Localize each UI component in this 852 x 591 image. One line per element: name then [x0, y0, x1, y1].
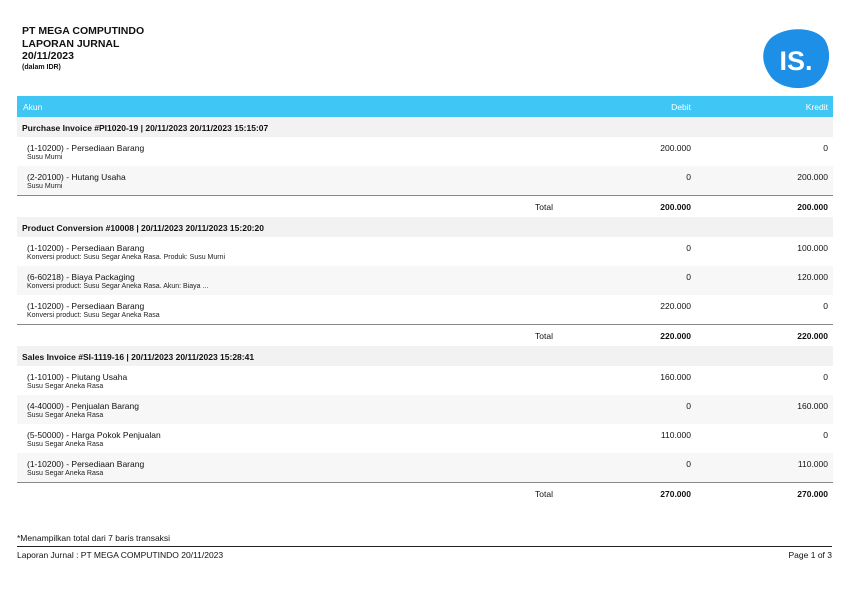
- account-description: Susu Murni: [27, 154, 63, 161]
- report-header: PT MEGA COMPUTINDO LAPORAN JURNAL 20/11/…: [22, 25, 144, 73]
- credit-value: 110.000: [797, 459, 828, 469]
- credit-value: 0: [823, 430, 828, 440]
- footer-left: Laporan Jurnal : PT MEGA COMPUTINDO 20/1…: [17, 550, 224, 560]
- account-description: Susu Segar Aneka Rasa: [27, 383, 104, 390]
- report-title: LAPORAN JURNAL: [22, 37, 120, 50]
- account-name: (1-10200) - Persediaan Barang: [27, 143, 145, 153]
- total-row: Total 200.000 200.000: [17, 195, 833, 217]
- account-name: (1-10200) - Persediaan Barang: [27, 459, 145, 469]
- account-name: (5-50000) - Harga Pokok Penjualan: [27, 430, 161, 440]
- total-debit: 200.000: [660, 202, 691, 212]
- credit-value: 0: [823, 143, 828, 153]
- table-row: (1-10200) - Persediaan Barang Susu Murni 2…: [17, 137, 833, 166]
- company-name: PT MEGA COMPUTINDO: [22, 25, 145, 37]
- journal-table: Akun Debit Kredit Purchase Invoice #PI10…: [17, 96, 833, 504]
- debit-value: 0: [686, 172, 691, 182]
- total-debit: 220.000: [660, 331, 691, 341]
- table-row: (1-10100) - Piutang Usaha Susu Segar Anek…: [17, 366, 833, 395]
- col-account: Akun: [23, 102, 43, 112]
- table-row: (5-50000) - Harga Pokok Penjualan Susu Se…: [17, 424, 833, 453]
- table-row: (1-10200) - Persediaan Barang Susu Segar …: [17, 453, 833, 482]
- page-footer: Laporan Jurnal : PT MEGA COMPUTINDO 20/1…: [17, 546, 832, 560]
- report-date: 20/11/2023: [22, 50, 74, 62]
- account-name: (1-10200) - Persediaan Barang: [27, 301, 145, 311]
- account-name: (2-20100) - Hutang Usaha: [27, 172, 126, 182]
- debit-value: 0: [686, 243, 691, 253]
- credit-value: 200.000: [797, 172, 828, 182]
- footnote: *Menampilkan total dari 7 baris transaks…: [17, 533, 171, 543]
- journal-group: Purchase Invoice #PI1020-19 | 20/11/2023…: [17, 117, 833, 217]
- group-title: Product Conversion #10008 | 20/11/2023 2…: [17, 217, 833, 237]
- credit-value: 0: [823, 372, 828, 382]
- table-row: (1-10200) - Persediaan Barang Konversi pr…: [17, 295, 833, 324]
- group-title: Purchase Invoice #PI1020-19 | 20/11/2023…: [17, 117, 833, 137]
- debit-value: 160.000: [660, 372, 691, 382]
- logo-text: IS.: [779, 46, 812, 76]
- journal-group: Product Conversion #10008 | 20/11/2023 2…: [17, 217, 833, 346]
- table-row: (4-40000) - Penjualan Barang Susu Segar A…: [17, 395, 833, 424]
- total-row: Total 220.000 220.000: [17, 324, 833, 346]
- total-label: Total: [535, 202, 553, 212]
- debit-value: 0: [686, 401, 691, 411]
- group-title-text: Purchase Invoice #PI1020-19 | 20/11/2023…: [22, 123, 269, 133]
- journal-group: Sales Invoice #SI-1119-16 | 20/11/2023 2…: [17, 346, 833, 504]
- credit-value: 100.000: [797, 243, 828, 253]
- account-description: Susu Segar Aneka Rasa: [27, 470, 104, 477]
- debit-value: 0: [686, 459, 691, 469]
- credit-value: 120.000: [797, 272, 828, 282]
- group-title-text: Product Conversion #10008 | 20/11/2023 2…: [22, 223, 264, 233]
- total-credit: 200.000: [797, 202, 828, 212]
- credit-value: 0: [823, 301, 828, 311]
- account-description: Susu Segar Aneka Rasa: [27, 441, 104, 448]
- currency-note: (dalam IDR): [22, 63, 61, 71]
- col-debit: Debit: [671, 102, 691, 112]
- total-label: Total: [535, 489, 553, 499]
- company-logo: IS.: [763, 29, 829, 89]
- table-row: (6-60218) - Biaya Packaging Konversi prod…: [17, 266, 833, 295]
- total-row: Total 270.000 270.000: [17, 482, 833, 504]
- col-credit: Kredit: [805, 102, 828, 112]
- table-row: (2-20100) - Hutang Usaha Susu Murni 0 200.0…: [17, 166, 833, 195]
- account-name: (1-10100) - Piutang Usaha: [27, 372, 128, 382]
- total-credit: 270.000: [797, 489, 828, 499]
- account-description: Konversi product: Susu Segar Aneka Rasa: [27, 312, 160, 319]
- group-title-text: Sales Invoice #SI-1119-16 | 20/11/2023 2…: [22, 352, 255, 362]
- group-title: Sales Invoice #SI-1119-16 | 20/11/2023 2…: [17, 346, 833, 366]
- account-description: Konversi product: Susu Segar Aneka Rasa.…: [27, 283, 209, 290]
- account-description: Konversi product: Susu Segar Aneka Rasa.…: [27, 254, 226, 261]
- account-description: Susu Murni: [27, 183, 63, 190]
- account-name: (1-10200) - Persediaan Barang: [27, 243, 145, 253]
- debit-value: 200.000: [660, 143, 691, 153]
- table-header: Akun Debit Kredit: [17, 96, 833, 117]
- total-credit: 220.000: [797, 331, 828, 341]
- debit-value: 220.000: [660, 301, 691, 311]
- credit-value: 160.000: [797, 401, 828, 411]
- page-number: Page 1 of 3: [788, 550, 832, 560]
- total-debit: 270.000: [660, 489, 691, 499]
- debit-value: 0: [686, 272, 691, 282]
- account-description: Susu Segar Aneka Rasa: [27, 412, 104, 419]
- total-label: Total: [535, 331, 553, 341]
- account-name: (4-40000) - Penjualan Barang: [27, 401, 139, 411]
- debit-value: 110.000: [660, 430, 691, 440]
- table-row: (1-10200) - Persediaan Barang Konversi pr…: [17, 237, 833, 266]
- account-name: (6-60218) - Biaya Packaging: [27, 272, 135, 282]
